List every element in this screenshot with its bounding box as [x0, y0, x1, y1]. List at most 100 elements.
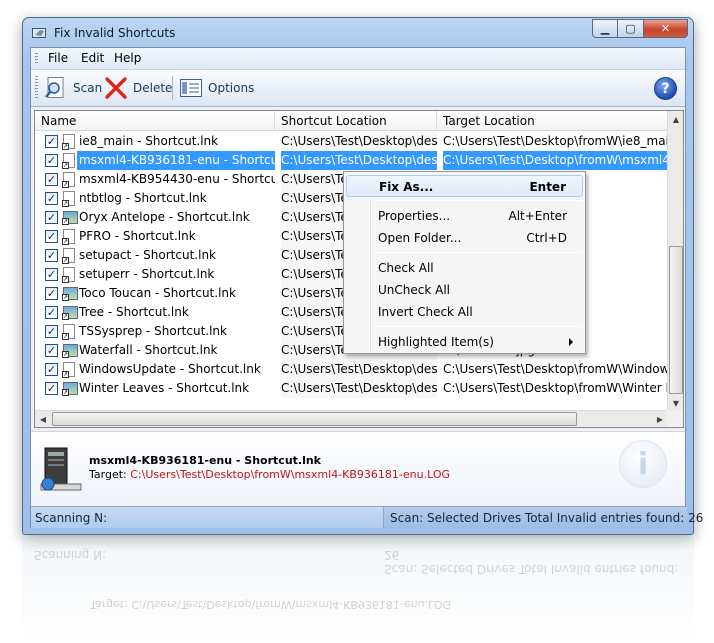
shortcut-file-icon	[40, 447, 82, 491]
row-name: setupact - Shortcut.lnk	[79, 248, 216, 262]
minimize-button[interactable]: ▁	[592, 19, 618, 38]
row-name: Toco Toucan - Shortcut.lnk	[79, 286, 236, 300]
toolbar-separator	[172, 76, 173, 100]
row-name-cell: ✓ ↗ msxml4-KB954430-enu - Shortcut.lnk	[35, 170, 275, 189]
row-checkbox[interactable]: ✓	[45, 154, 58, 167]
menu-edit[interactable]: Edit	[81, 51, 104, 65]
details-target: Target: C:\Users\Test\Desktop\fromW\msxm…	[89, 468, 450, 481]
row-checkbox[interactable]: ✓	[45, 135, 58, 148]
table-row[interactable]: ✓ ↗ Winter Leaves - Shortcut.lnk C:\Users\T…	[35, 379, 668, 398]
row-checkbox[interactable]: ✓	[45, 306, 58, 319]
row-target: C:\Users\Test\Desktop\fromW\msxml4-KB	[443, 151, 668, 170]
menu-separator	[374, 252, 581, 253]
shortcut-arrow-icon: ↗	[62, 333, 69, 340]
reflection-status-left: Scanning N:	[34, 548, 107, 562]
status-scanning: Scanning N:	[35, 511, 108, 525]
details-name: msxml4-KB936181-enu - Shortcut.lnk	[89, 454, 321, 467]
list-header: Name Shortcut Location Target Location	[35, 111, 668, 131]
open-folder-shortcut: Ctrl+D	[526, 231, 567, 245]
row-name: Oryx Antelope - Shortcut.lnk	[79, 210, 250, 224]
table-row[interactable]: ✓ ↗ WindowsUpdate - Shortcut.lnk C:\Users\T…	[35, 360, 668, 379]
options-button[interactable]: Options	[179, 76, 254, 100]
open-folder-label: Open Folder...	[378, 231, 462, 245]
row-checkbox[interactable]: ✓	[45, 363, 58, 376]
scroll-up-icon[interactable]: ▲	[668, 111, 683, 127]
shortcut-arrow-icon: ↗	[62, 218, 69, 225]
caption-buttons: ▁ ▢ ✕	[592, 19, 688, 38]
row-name: msxml4-KB954430-enu - Shortcut.lnk	[79, 172, 275, 186]
menu-highlighted-items[interactable]: Highlighted Item(s)	[346, 331, 583, 353]
image-file-icon: ↗	[62, 344, 78, 358]
status-bar: Scanning N: Scan: Selected Drives Total …	[31, 506, 703, 529]
document-file-icon: ↗	[62, 267, 75, 283]
details-target-path: C:\Users\Test\Desktop\fromW\msxml4-KB936…	[130, 468, 451, 481]
help-button[interactable]: ?	[654, 77, 677, 100]
column-name[interactable]: Name	[35, 111, 275, 131]
shortcut-arrow-icon: ↗	[62, 294, 69, 301]
vertical-scroll-thumb[interactable]	[669, 246, 683, 394]
table-row[interactable]: ✓ ↗ msxml4-KB936181-enu - Shortcut.lnk C:\U…	[35, 151, 668, 170]
image-file-icon: ↗	[62, 211, 78, 225]
properties-label: Properties...	[378, 209, 451, 223]
menu-fix-as[interactable]: Fix As... Enter	[346, 175, 583, 197]
options-icon	[180, 79, 202, 97]
document-file-icon: ↗	[62, 229, 75, 245]
column-target[interactable]: Target Location	[437, 111, 668, 131]
menu-uncheck-all[interactable]: UnCheck All	[346, 279, 583, 301]
row-location: C:\Users\Test\Desktop\dest\	[281, 132, 437, 151]
row-name: ie8_main - Shortcut.lnk	[79, 134, 219, 148]
title-bar[interactable]: Fix Invalid Shortcuts ▁ ▢ ✕	[23, 18, 693, 46]
shortcut-arrow-icon: ↗	[62, 181, 69, 188]
scroll-left-icon[interactable]: ◀	[35, 411, 51, 427]
reflection-target: Target: C:\Users\Test\Desktop\fromW\msxm…	[90, 598, 451, 611]
document-file-icon: ↗	[62, 134, 75, 150]
row-checkbox[interactable]: ✓	[45, 173, 58, 186]
delete-button[interactable]: Delete	[104, 76, 172, 100]
details-pane: msxml4-KB936181-enu - Shortcut.lnk Targe…	[31, 431, 685, 505]
row-name-cell: ✓ ↗ ntbtlog - Shortcut.lnk	[35, 189, 275, 208]
check-all-label: Check All	[378, 261, 434, 275]
fix-as-label: Fix As...	[379, 180, 434, 194]
maximize-button[interactable]: ▢	[618, 19, 644, 38]
image-file-icon: ↗	[62, 287, 78, 301]
menu-check-all[interactable]: Check All	[346, 257, 583, 279]
row-checkbox[interactable]: ✓	[45, 249, 58, 262]
row-name: Tree - Shortcut.lnk	[79, 305, 189, 319]
horizontal-scroll-thumb[interactable]	[52, 412, 577, 426]
row-checkbox[interactable]: ✓	[45, 382, 58, 395]
menu-invert-check-all[interactable]: Invert Check All	[346, 301, 583, 323]
properties-shortcut: Alt+Enter	[508, 209, 567, 223]
menu-open-folder[interactable]: Open Folder... Ctrl+D	[346, 227, 583, 249]
row-checkbox[interactable]: ✓	[45, 192, 58, 205]
row-checkbox[interactable]: ✓	[45, 268, 58, 281]
scan-button[interactable]: Scan	[44, 76, 102, 100]
scroll-down-icon[interactable]: ▼	[668, 395, 683, 411]
row-checkbox[interactable]: ✓	[45, 344, 58, 357]
row-name-cell: ✓ ↗ msxml4-KB936181-enu - Shortcut.lnk	[35, 151, 275, 170]
info-icon: i	[619, 440, 667, 488]
document-file-icon: ↗	[62, 362, 75, 378]
row-checkbox[interactable]: ✓	[45, 325, 58, 338]
row-name-cell: ✓ ↗ PFRO - Shortcut.lnk	[35, 227, 275, 246]
row-location: C:\Users\Test\Desktop\dest\	[281, 151, 437, 170]
table-row[interactable]: ✓ ↗ ie8_main - Shortcut.lnk C:\Users\Test\D…	[35, 132, 668, 151]
row-checkbox[interactable]: ✓	[45, 211, 58, 224]
toolbar-grip	[35, 76, 38, 100]
menu-file[interactable]: File	[48, 51, 68, 65]
shortcut-arrow-icon: ↗	[62, 371, 69, 378]
row-name: Winter Leaves - Shortcut.lnk	[79, 381, 250, 395]
row-checkbox[interactable]: ✓	[45, 287, 58, 300]
row-location: C:\Users\Test\Desktop\dest\	[281, 360, 437, 379]
submenu-arrow-icon	[569, 338, 573, 346]
vertical-scrollbar[interactable]: ▲ ▼	[667, 111, 683, 411]
scan-label: Scan	[73, 81, 103, 95]
menu-properties[interactable]: Properties... Alt+Enter	[346, 205, 583, 227]
menu-help[interactable]: Help	[114, 51, 141, 65]
horizontal-scrollbar[interactable]: ◀ ▶	[35, 410, 668, 427]
close-button[interactable]: ✕	[644, 19, 688, 38]
row-checkbox[interactable]: ✓	[45, 230, 58, 243]
column-location[interactable]: Shortcut Location	[275, 111, 437, 131]
row-target: C:\Users\Test\Desktop\fromW\WindowsUp	[443, 362, 668, 376]
toolbar: Scan Delete Options ?	[31, 70, 685, 107]
row-name-cell: ✓ ↗ Tree - Shortcut.lnk	[35, 303, 275, 322]
